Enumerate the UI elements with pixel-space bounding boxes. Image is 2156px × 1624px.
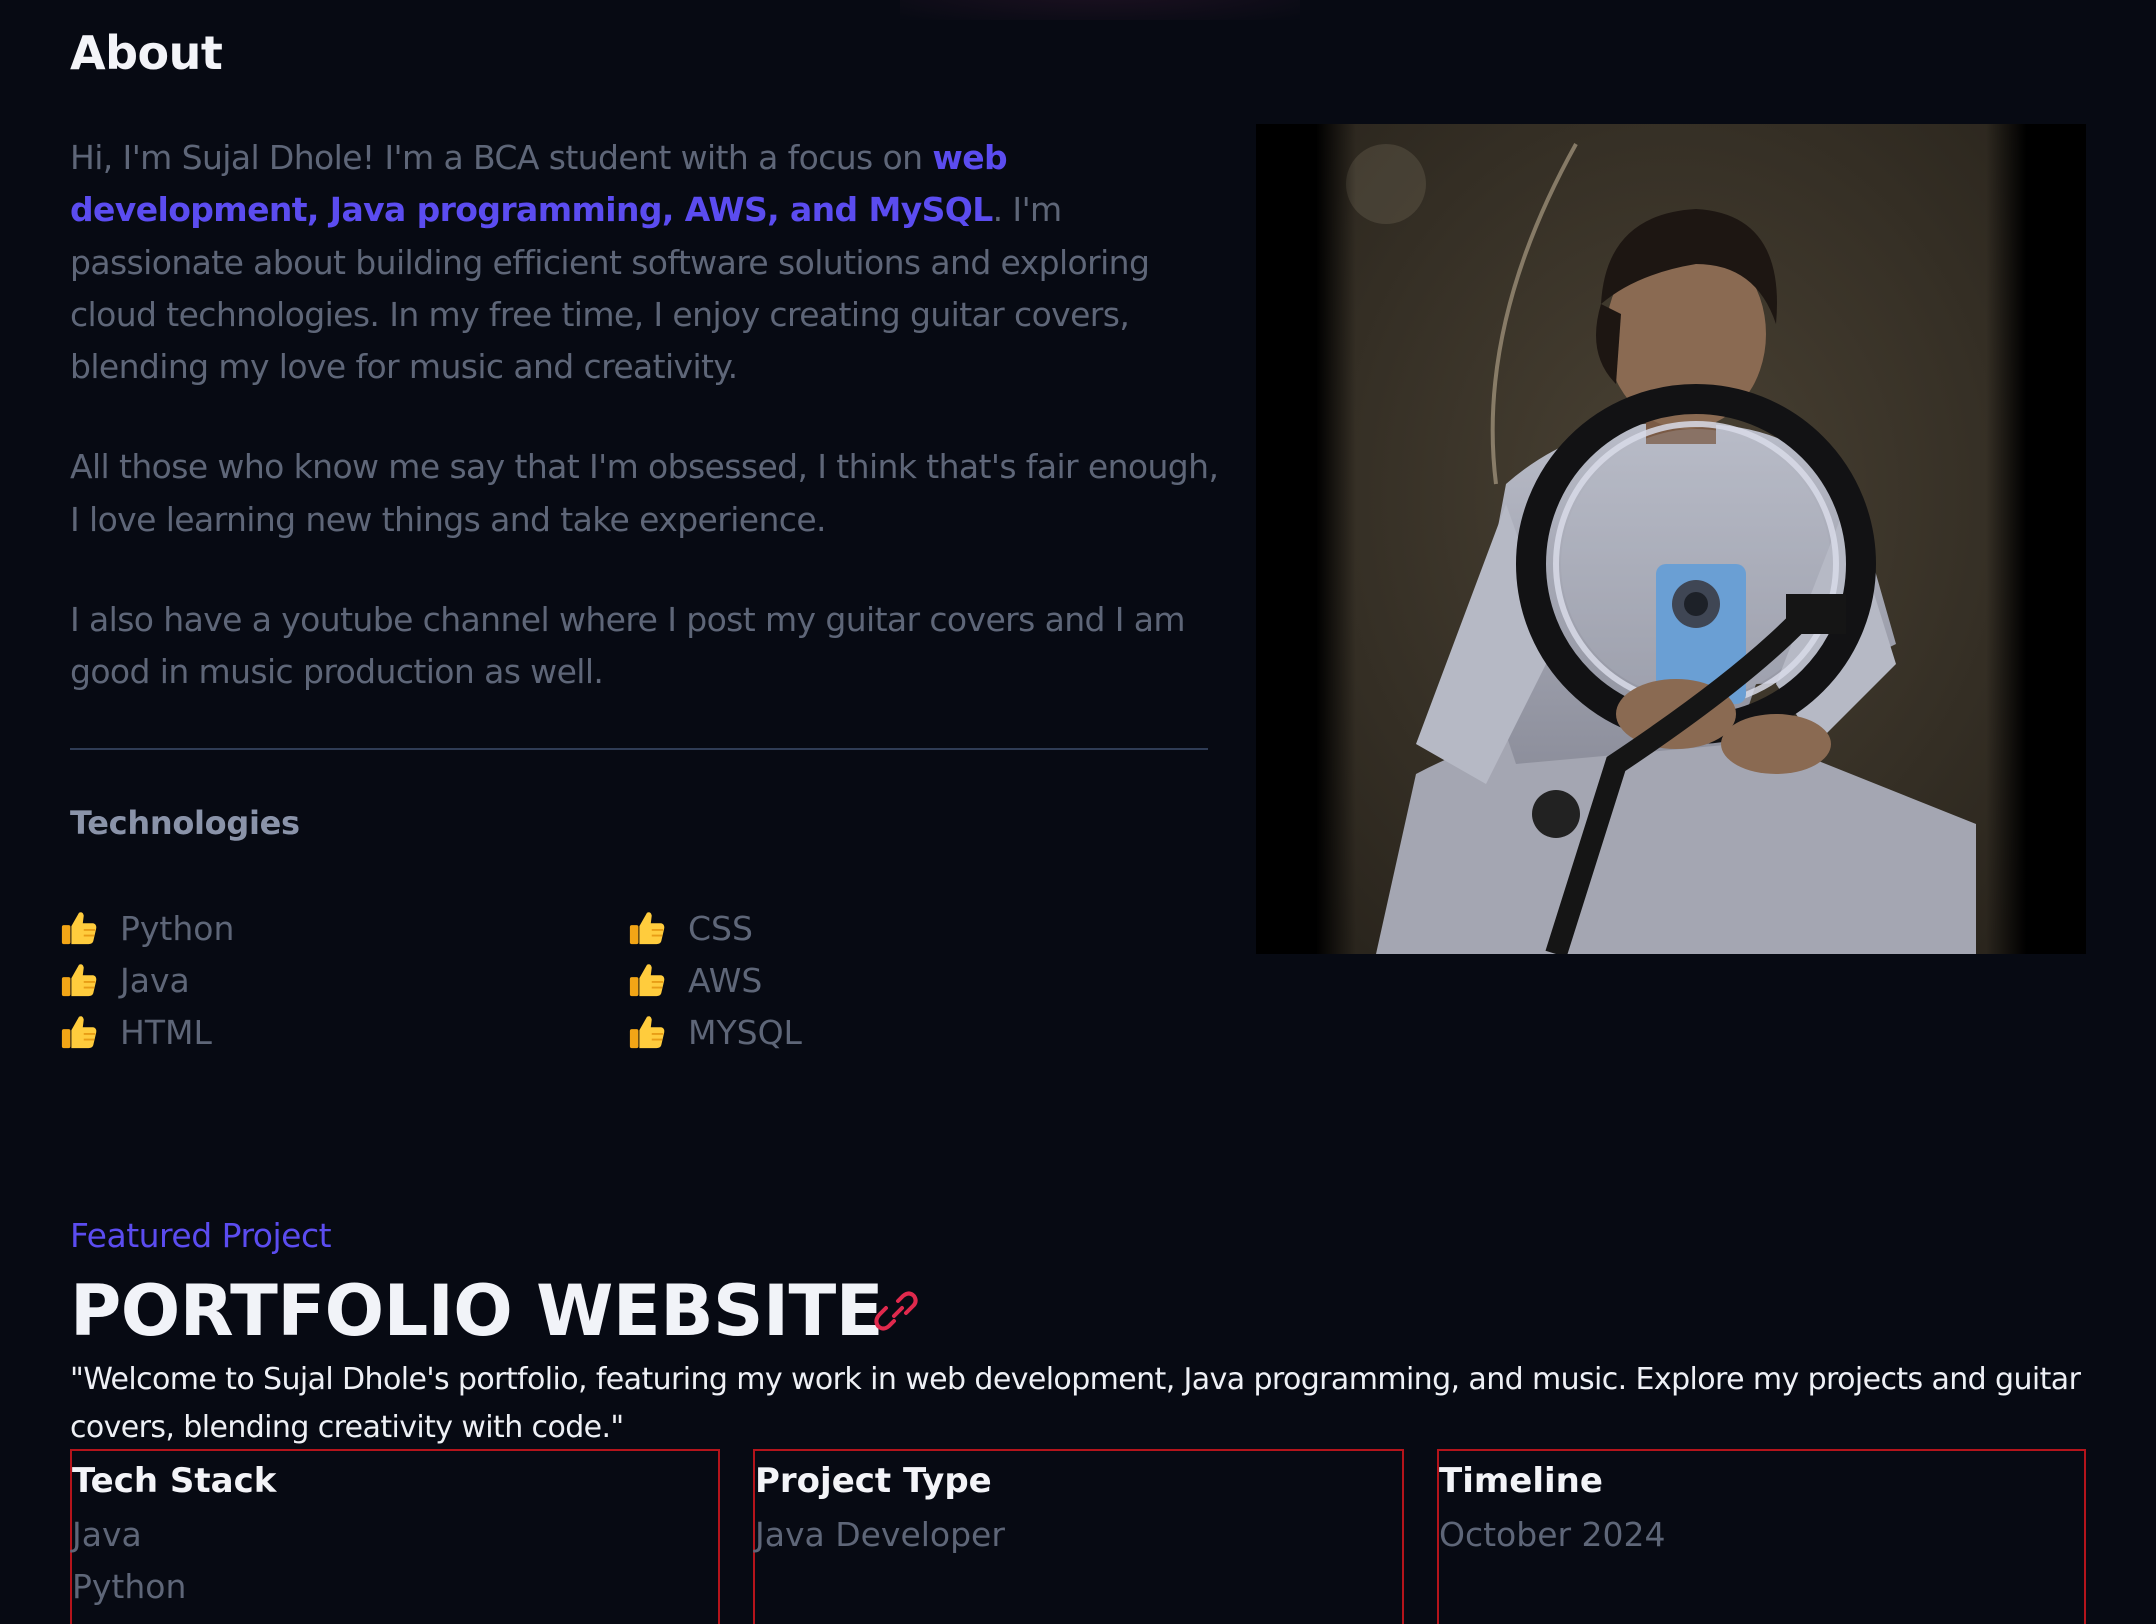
card-values: October 2024 [1439, 1509, 2084, 1561]
link-icon[interactable] [872, 1286, 920, 1334]
card-value: Python [72, 1567, 187, 1606]
project-description: "Welcome to Sujal Dhole's portfolio, fea… [70, 1362, 2081, 1445]
tech-label-html: HTML [120, 1012, 212, 1052]
tech-item: MYSQL [628, 1006, 802, 1058]
tech-label-css: CSS [688, 908, 753, 948]
card-values: Java Python [72, 1509, 718, 1613]
about-paragraph-1: Hi, I'm Sujal Dhole! I'm a BCA student w… [70, 132, 1220, 393]
tech-label-python: Python [120, 908, 235, 948]
tech-label-java: Java [120, 960, 190, 1000]
about-paragraph-3: I also have a youtube channel where I po… [70, 600, 1186, 692]
page: About Hi, I'm Sujal Dhole! I'm a BCA stu… [0, 0, 2156, 1624]
thumbs-up-icon [61, 964, 97, 997]
thumbs-up-icon [629, 1016, 665, 1049]
tech-item: Java [60, 954, 234, 1006]
card-value: Java Developer [755, 1515, 1005, 1554]
card-title: Tech Stack [72, 1461, 277, 1501]
project-title: PORTFOLIO WEBSITE [70, 1270, 884, 1352]
thumbs-up-icon [61, 1016, 97, 1049]
technologies-list-left: Python Java HTML [60, 902, 234, 1058]
card-values: Java Developer [755, 1509, 1402, 1561]
section-divider [70, 748, 1208, 750]
tech-label-aws: AWS [688, 960, 763, 1000]
thumbs-up-icon [629, 912, 665, 945]
technologies-list-right: CSS AWS MYSQL [628, 902, 802, 1058]
about-text: Hi, I'm Sujal Dhole! I'm a BCA student w… [70, 132, 1220, 747]
tech-stack-card: Tech Stack Java Python [70, 1449, 720, 1624]
card-value: Java [72, 1515, 142, 1554]
card-value: October 2024 [1439, 1515, 1666, 1554]
about-heading: About [70, 26, 223, 80]
tech-item: AWS [628, 954, 802, 1006]
card-title: Timeline [1439, 1461, 1603, 1501]
technologies-heading: Technologies [70, 804, 300, 842]
thumbs-up-icon [629, 964, 665, 997]
about-paragraph-2: All those who know me say that I'm obses… [70, 447, 1219, 539]
profile-photo-illustration [1256, 124, 2086, 954]
thumbs-up-icon [61, 912, 97, 945]
top-glow [900, 0, 1300, 20]
profile-photo [1256, 124, 2086, 954]
featured-project-label: Featured Project [70, 1216, 332, 1255]
about-intro-text: Hi, I'm Sujal Dhole! I'm a BCA student w… [70, 138, 933, 177]
timeline-card: Timeline October 2024 [1437, 1449, 2086, 1624]
tech-item: CSS [628, 902, 802, 954]
tech-item: HTML [60, 1006, 234, 1058]
tech-item: Python [60, 902, 234, 954]
card-title: Project Type [755, 1461, 992, 1501]
tech-label-mysql: MYSQL [688, 1012, 802, 1052]
project-type-card: Project Type Java Developer [753, 1449, 1404, 1624]
